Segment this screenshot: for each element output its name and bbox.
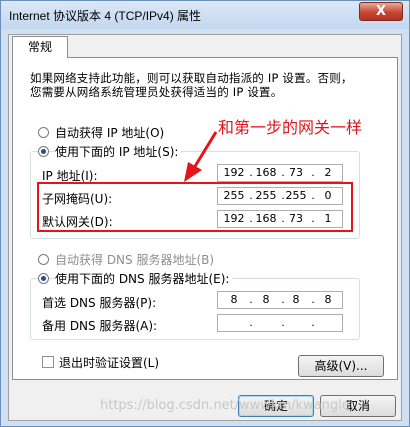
ip-dot: .: [249, 316, 253, 329]
advanced-button[interactable]: 高级(V)...: [298, 355, 384, 377]
manual-ip-label: 使用下面的 IP 地址(S):: [55, 143, 182, 160]
watermark-text: https://blog.csdn.net/wwwkm/kwangle: [100, 398, 350, 413]
radio-manual-dns[interactable]: [38, 273, 49, 284]
tab-general[interactable]: 常规: [12, 36, 68, 58]
ip-octet-1: 192: [223, 166, 245, 179]
ip-octet-2: 168: [255, 166, 277, 179]
ip-octet-4: 2: [324, 166, 332, 179]
annotation-arrow-icon: [184, 131, 218, 182]
title-bar[interactable]: Internet 协议版本 4 (TCP/IPv4) 属性 X: [1, 1, 409, 29]
dns1-octet-1: 8: [230, 293, 238, 306]
auto-dns-label: 自动获得 DNS 服务器地址(B): [55, 253, 215, 267]
description-line-2: 您需要从网络系统管理员处获得适当的 IP 设置。: [30, 85, 283, 99]
annotation-text: 和第一步的网关一样: [218, 118, 363, 137]
radio-manual-ip[interactable]: [38, 146, 49, 157]
alternate-dns-input[interactable]: . . .: [217, 314, 343, 332]
ip-address-input[interactable]: 192 . 168 . 73 . 2: [217, 164, 343, 182]
close-button[interactable]: X: [359, 2, 403, 21]
alternate-dns-label: 备用 DNS 服务器(A):: [42, 319, 158, 333]
dns1-octet-4: 8: [324, 293, 332, 306]
radio-auto-dns[interactable]: [38, 254, 49, 265]
validate-checkbox[interactable]: [42, 356, 54, 368]
ip-dot: .: [281, 316, 285, 329]
radio-auto-ip[interactable]: [38, 127, 49, 138]
highlight-box: [37, 182, 353, 232]
preferred-dns-input[interactable]: 8 . 8 . 8 . 8: [217, 291, 343, 309]
manual-dns-label: 使用下面的 DNS 服务器地址(E):: [55, 270, 233, 287]
window-title: Internet 协议版本 4 (TCP/IPv4) 属性: [9, 9, 202, 23]
ip-octet-3: 73: [289, 166, 303, 179]
dns1-octet-2: 8: [262, 293, 270, 306]
validate-label: 退出时验证设置(L): [59, 356, 160, 370]
dns1-octet-3: 8: [292, 293, 300, 306]
ip-dot: .: [311, 316, 315, 329]
auto-ip-label: 自动获得 IP 地址(O): [55, 126, 165, 140]
preferred-dns-label: 首选 DNS 服务器(P):: [42, 296, 157, 310]
